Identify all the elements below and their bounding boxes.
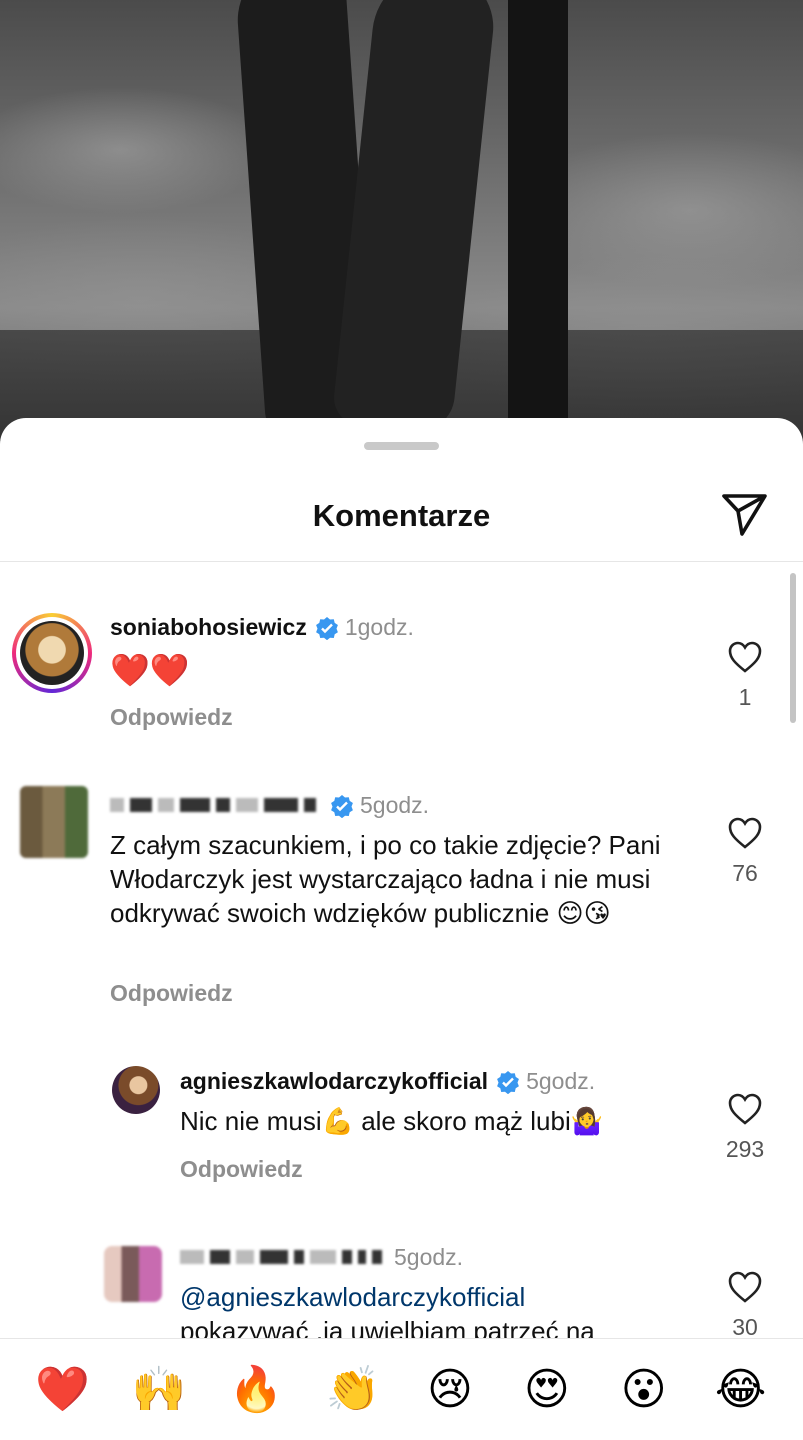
- comment-time: 5godz.: [394, 1244, 464, 1270]
- emoji-surprised[interactable]: 😮: [614, 1367, 674, 1412]
- redacted-username: [180, 1249, 388, 1267]
- avatar[interactable]: [104, 1246, 162, 1302]
- post-photo: [0, 0, 803, 440]
- like-count: 30: [732, 1314, 758, 1340]
- emoji-clapping[interactable]: 👏: [323, 1367, 383, 1412]
- emoji-heart-eyes[interactable]: 😍: [517, 1367, 577, 1412]
- mention-link[interactable]: @agnieszkawlodarczykofficial: [180, 1280, 525, 1314]
- like-button[interactable]: 30: [710, 1270, 780, 1341]
- emoji-reaction-bar: ❤️ 🙌 🔥 👏 😢 😍 😮 😂: [0, 1338, 803, 1440]
- heart-outline-icon: [728, 1271, 762, 1303]
- emoji-laughing[interactable]: 😂: [711, 1367, 771, 1412]
- comment-item: 5godz. @agnieszkawlodarczykofficial poka…: [0, 418, 803, 1346]
- emoji-raising-hands[interactable]: 🙌: [129, 1367, 189, 1412]
- emoji-fire[interactable]: 🔥: [226, 1367, 286, 1412]
- emoji-crying[interactable]: 😢: [420, 1367, 480, 1412]
- comments-sheet: Komentarze soniabohosiewicz 1godz. ❤️❤️ …: [0, 418, 803, 1440]
- emoji-heart[interactable]: ❤️: [32, 1367, 92, 1412]
